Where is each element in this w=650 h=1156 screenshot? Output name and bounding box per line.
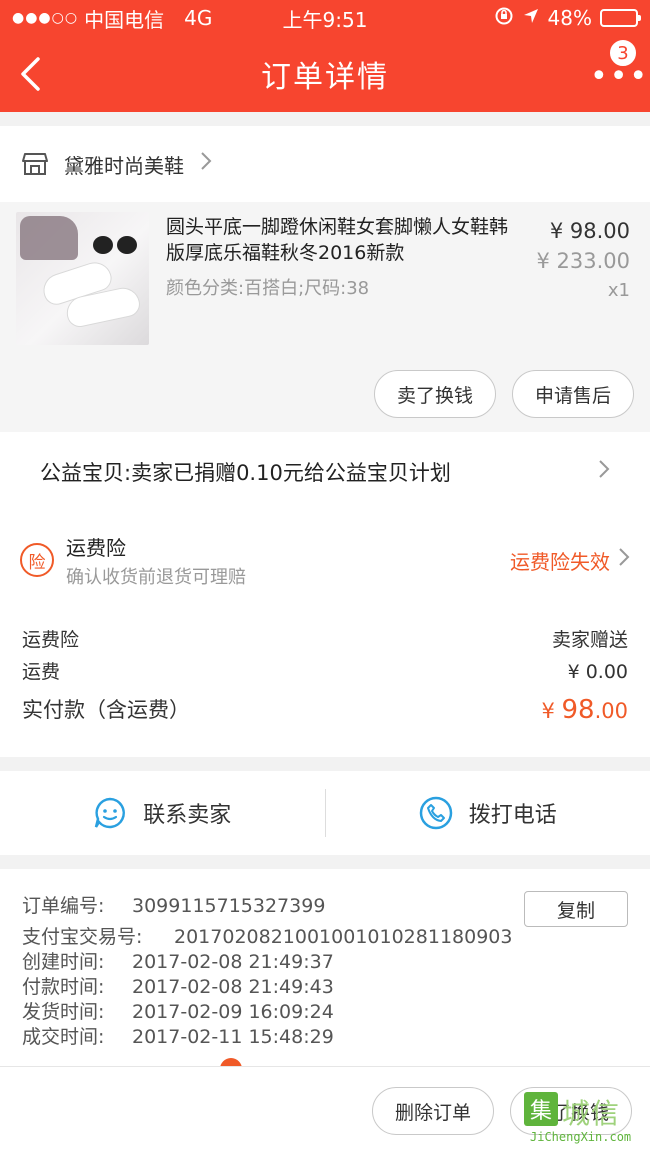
fee-label: 运费	[22, 661, 61, 683]
bottom-action-bar: 删除订单 卖了换钱 集 城信 JiChengXin.com	[0, 1066, 650, 1156]
shop-name: 黛雅时尚美鞋	[64, 153, 184, 178]
chevron-right-icon	[200, 151, 212, 177]
battery-percent: 48%	[547, 6, 592, 30]
insurance-icon: 险	[20, 543, 54, 577]
product-actions: 卖了换钱 申请售后	[373, 370, 634, 418]
time-value: 2017-02-11 15:48:29	[132, 1026, 334, 1048]
sunglasses-shape	[91, 236, 139, 254]
time-row: 付款时间: 2017-02-08 21:49:43	[22, 975, 628, 1000]
time-value: 2017-02-08 21:49:37	[132, 951, 334, 973]
chevron-left-icon	[21, 57, 40, 91]
phone-icon	[419, 796, 452, 830]
copy-order-number-button[interactable]: 复制	[524, 891, 628, 927]
order-number-label: 订单编号:	[22, 895, 105, 917]
contact-seller-button[interactable]: 联系卖家	[0, 796, 325, 830]
time-label: 成交时间:	[22, 1026, 105, 1048]
price-block: ¥ 98.00 ¥ 233.00 x1	[536, 216, 630, 306]
carrier-name: 中国电信	[84, 7, 165, 32]
fee-value: ¥ 0.00	[567, 661, 628, 683]
product-variant: 颜色分类:百搭白;尺码:38	[166, 278, 370, 299]
total-paid-row: 实付款（含运费） ¥ 98.00	[22, 690, 628, 731]
shop-row[interactable]: 黛雅时尚美鞋	[0, 126, 650, 202]
order-number[interactable]: 3099115715327399	[132, 891, 325, 921]
order-info: 订单编号: 3099115715327399 复制 支付宝交易号: 201702…	[0, 869, 650, 1075]
total-amount: ¥ 98.00	[541, 690, 628, 731]
insurance-subtitle: 确认收货前退货可理赔	[66, 566, 246, 588]
site-watermark: 集 城信 JiChengXin.com	[524, 1092, 644, 1150]
product-title[interactable]: 圆头平底一脚蹬休闲鞋女套脚懒人女鞋韩版厚底乐福鞋秋冬2016新款	[166, 214, 512, 266]
delete-order-button[interactable]: 删除订单	[371, 1087, 494, 1135]
total-label: 实付款（含运费）	[22, 698, 190, 722]
message-count-badge: 3	[608, 38, 638, 68]
peek-dot	[220, 1058, 242, 1066]
after-sale-button[interactable]: 申请售后	[511, 370, 634, 418]
time-row: 成交时间: 2017-02-11 15:48:29	[22, 1025, 628, 1050]
bag-shape	[20, 216, 78, 260]
location-arrow-icon	[522, 6, 540, 30]
alipay-label: 支付宝交易号:	[22, 926, 143, 948]
time-value: 2017-02-08 21:49:43	[132, 976, 334, 998]
product-item[interactable]: 圆头平底一脚蹬休闲鞋女套脚懒人女鞋韩版厚底乐福鞋秋冬2016新款 颜色分类:百搭…	[0, 202, 650, 432]
signal-strength-icon: ●●●○○	[12, 10, 79, 26]
alipay-number: 2017020821001001010281180903	[174, 926, 513, 948]
shipping-insurance-row[interactable]: 险 运费险 确认收货前退货可理赔 运费险失效	[0, 512, 650, 608]
charity-text: 公益宝贝:卖家已捐赠0.10元给公益宝贝计划	[40, 461, 451, 485]
call-phone-label: 拨打电话	[468, 803, 557, 828]
contact-bar: 联系卖家 拨打电话	[0, 771, 650, 855]
insurance-status: 运费险失效	[510, 549, 610, 574]
total-currency: ¥	[541, 699, 562, 723]
charity-row[interactable]: 公益宝贝:卖家已捐赠0.10元给公益宝贝计划	[0, 432, 650, 512]
back-button[interactable]	[0, 36, 60, 112]
network-type: 4G	[184, 6, 213, 30]
chevron-right-icon	[598, 459, 610, 485]
time-label: 创建时间:	[22, 951, 105, 973]
battery-icon	[600, 9, 641, 27]
scroll-peek	[0, 1052, 650, 1066]
fee-row: 运费 ¥ 0.00	[22, 656, 628, 688]
shop-icon	[22, 152, 48, 176]
original-price: ¥ 233.00	[536, 249, 630, 273]
watermark-text: 城信	[562, 1097, 621, 1130]
watermark-logo: 集	[524, 1092, 558, 1126]
time-value: 2017-02-09 16:09:24	[132, 1001, 334, 1023]
nav-bar: 订单详情 ••• 3	[0, 36, 650, 112]
resell-button[interactable]: 卖了换钱	[373, 370, 496, 418]
status-bar: ●●●○○ 中国电信 4G 上午9:51 48%	[0, 0, 650, 36]
rotation-lock-icon	[494, 6, 514, 31]
fee-summary: 运费险 卖家赠送 运费 ¥ 0.00 实付款（含运费） ¥ 98.00	[0, 608, 650, 757]
fee-value: 卖家赠送	[551, 629, 628, 651]
more-menu-button[interactable]: ••• 3	[586, 38, 647, 102]
page-title: 订单详情	[261, 60, 389, 95]
top-bar: ●●●○○ 中国电信 4G 上午9:51 48% 订单详情 ••• 3	[0, 0, 650, 112]
fee-row: 运费险 卖家赠送	[22, 624, 628, 656]
alipay-row: 支付宝交易号: 2017020821001001010281180903	[22, 925, 628, 950]
time-row: 发货时间: 2017-02-09 16:09:24	[22, 1000, 628, 1025]
chat-smile-icon	[95, 797, 126, 829]
call-phone-button[interactable]: 拨打电话	[326, 796, 650, 830]
insurance-title: 运费险	[66, 535, 126, 560]
total-integer: 98	[561, 695, 595, 725]
product-image[interactable]	[16, 212, 149, 345]
product-price: ¥ 98.00	[549, 219, 630, 243]
time-row: 创建时间: 2017-02-08 21:49:37	[22, 950, 628, 975]
total-decimal: .00	[594, 699, 628, 723]
chevron-right-icon	[618, 547, 630, 573]
fee-label: 运费险	[22, 629, 80, 651]
time-label: 发货时间:	[22, 1001, 105, 1023]
time-label: 付款时间:	[22, 976, 105, 998]
contact-seller-label: 联系卖家	[143, 803, 232, 828]
watermark-url: JiChengXin.com	[530, 1130, 632, 1144]
product-quantity: x1	[607, 280, 630, 301]
